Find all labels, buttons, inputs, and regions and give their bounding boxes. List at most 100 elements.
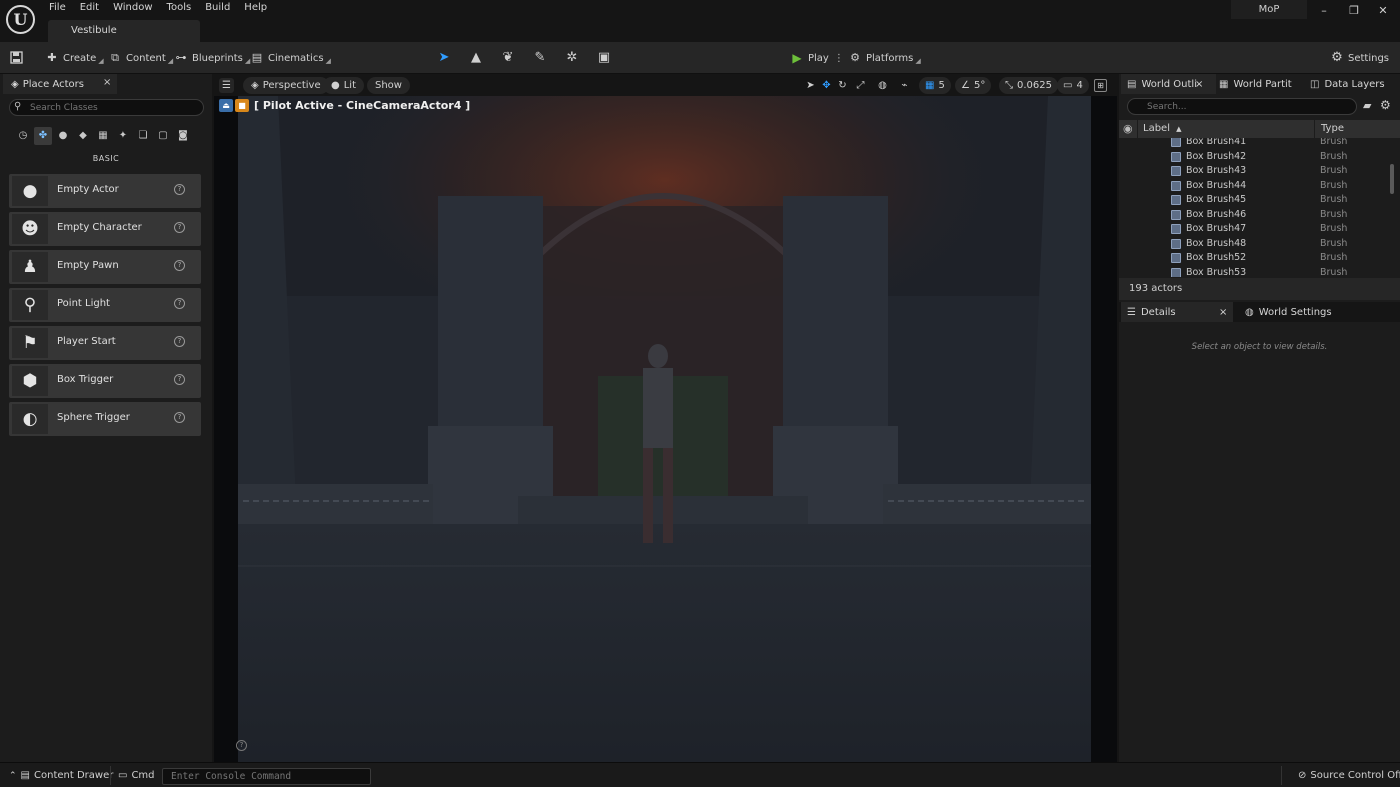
menu-build[interactable]: Build xyxy=(198,0,237,18)
tab-place-actors[interactable]: ◈ Place Actors xyxy=(3,74,117,94)
list-item[interactable]: Box Brush47 Brush xyxy=(1119,222,1389,236)
help-icon[interactable]: ? xyxy=(174,412,185,423)
select-mode-icon[interactable]: ➤ xyxy=(435,49,453,67)
fracture-mode-icon[interactable]: ✲ xyxy=(563,49,581,67)
play-button[interactable]: ▶ Play ⋮ xyxy=(790,48,844,68)
place-actors-close-button[interactable]: × xyxy=(103,77,111,88)
grid-snap-toggle[interactable]: ▦ 5 xyxy=(919,77,951,94)
list-item[interactable]: Box Brush43 Brush xyxy=(1119,164,1389,178)
actor-item-empty-character[interactable]: ☻ Empty Character ? xyxy=(9,212,201,246)
scale-snap-toggle[interactable]: ⤡ 0.0625 xyxy=(999,77,1058,94)
cinematic-category-icon[interactable]: ▦ xyxy=(94,127,112,145)
actor-item-empty-pawn[interactable]: ♟ Empty Pawn ? xyxy=(9,250,201,284)
world-outliner-close-button[interactable]: × xyxy=(1195,74,1203,94)
menu-tools[interactable]: Tools xyxy=(160,0,199,18)
help-icon[interactable]: ? xyxy=(174,260,185,271)
add-folder-icon[interactable]: ▰ xyxy=(1363,99,1371,112)
rotate-tool-icon[interactable]: ↻ xyxy=(835,78,850,93)
viewport-scene-render[interactable] xyxy=(238,96,1091,762)
minimize-button[interactable]: – xyxy=(1313,4,1335,18)
blueprints-button[interactable]: ⊶ Blueprints ◢ xyxy=(174,48,251,68)
actor-item-point-light[interactable]: ⚲ Point Light ? xyxy=(9,288,201,322)
actor-item-empty-actor[interactable]: ● Empty Actor ? xyxy=(9,174,201,208)
eject-pilot-icon[interactable]: ⏏ xyxy=(219,99,233,112)
layout-grid-icon[interactable]: ⊞ xyxy=(1094,79,1107,92)
shapes-category-icon[interactable]: ◆ xyxy=(74,127,92,145)
cmd-button[interactable]: ▭ Cmd xyxy=(118,770,155,781)
help-icon[interactable]: ? xyxy=(174,336,185,347)
translate-tool-icon[interactable]: ✥ xyxy=(819,78,834,93)
details-close-button[interactable]: × xyxy=(1219,302,1227,322)
level-viewport[interactable]: ☰ ◈ Perspective ● Lit Show ➤ ✥ ↻ ⤢ ◍ ⌁ ▦… xyxy=(214,74,1117,762)
recent-icon[interactable]: ◷ xyxy=(14,127,32,145)
label-column-header[interactable]: Label ▲ xyxy=(1143,123,1182,134)
tab-details[interactable]: ☰ Details xyxy=(1127,302,1176,322)
tab-world-outliner[interactable]: ▤ World Outlir xyxy=(1127,74,1197,94)
foliage-mode-icon[interactable]: ❦ xyxy=(499,49,517,67)
help-icon[interactable]: ? xyxy=(174,298,185,309)
hamburger-menu-icon[interactable]: ☰ xyxy=(219,78,234,93)
outliner-tree[interactable]: Box Brush41 Brush Box Brush42 Brush Box Br… xyxy=(1119,138,1400,277)
camera-speed-button[interactable]: ▭ 4 xyxy=(1057,77,1089,94)
help-icon[interactable]: ? xyxy=(174,222,185,233)
volumes-category-icon[interactable]: ▢ xyxy=(154,127,172,145)
play-options-icon[interactable]: ⋮ xyxy=(834,53,844,64)
level-tab-vestibule[interactable]: Vestibule xyxy=(48,20,200,42)
lights-category-icon[interactable]: ● xyxy=(54,127,72,145)
rotation-snap-toggle[interactable]: ∠ 5° xyxy=(955,77,992,94)
landscape-mode-icon[interactable]: ▲ xyxy=(467,49,485,67)
menu-edit[interactable]: Edit xyxy=(73,0,106,18)
surface-snap-icon[interactable]: ⌁ xyxy=(897,78,912,93)
list-item[interactable]: Box Brush48 Brush xyxy=(1119,237,1389,251)
list-item[interactable]: Box Brush44 Brush xyxy=(1119,179,1389,193)
select-tool-icon[interactable]: ➤ xyxy=(803,78,818,93)
visibility-eye-icon[interactable]: ◉ xyxy=(1123,122,1133,135)
pilot-camera-icon[interactable]: ■ xyxy=(235,99,249,112)
perspective-dropdown[interactable]: ◈ Perspective xyxy=(243,77,329,94)
all-classes-category-icon[interactable]: ◙ xyxy=(174,127,192,145)
menu-file[interactable]: File xyxy=(42,0,73,18)
actor-item-sphere-trigger[interactable]: ◐ Sphere Trigger ? xyxy=(9,402,201,436)
basic-category-icon[interactable]: ✤ xyxy=(34,127,52,145)
maximize-button[interactable]: ❐ xyxy=(1343,4,1365,18)
type-column-header[interactable]: Type xyxy=(1321,123,1344,134)
cinematics-button[interactable]: ▤ Cinematics ◢ xyxy=(250,48,331,68)
save-button[interactable] xyxy=(9,48,27,68)
list-item[interactable]: Box Brush53 Brush xyxy=(1119,266,1389,277)
create-button[interactable]: ✚ Create ◢ xyxy=(45,48,103,68)
visual-effects-category-icon[interactable]: ✦ xyxy=(114,127,132,145)
list-item[interactable]: Box Brush46 Brush xyxy=(1119,208,1389,222)
geometry-category-icon[interactable]: ❏ xyxy=(134,127,152,145)
modeling-mode-icon[interactable]: ▣ xyxy=(595,49,613,67)
unreal-logo-icon[interactable]: U xyxy=(6,5,35,34)
tab-world-settings[interactable]: ◍ World Settings xyxy=(1245,302,1332,322)
tab-world-partition[interactable]: ▦ World Partit xyxy=(1219,74,1301,94)
list-item[interactable]: Box Brush52 Brush xyxy=(1119,251,1389,265)
actor-item-player-start[interactable]: ⚑ Player Start ? xyxy=(9,326,201,360)
list-item[interactable]: Box Brush42 Brush xyxy=(1119,150,1389,164)
help-icon[interactable]: ? xyxy=(174,374,185,385)
list-item[interactable]: Box Brush45 Brush xyxy=(1119,193,1389,207)
scale-tool-icon[interactable]: ⤢ xyxy=(853,78,868,93)
close-window-button[interactable]: ✕ xyxy=(1372,4,1394,18)
outliner-scrollbar[interactable] xyxy=(1390,164,1394,194)
menu-help[interactable]: Help xyxy=(237,0,274,18)
outliner-search-input[interactable] xyxy=(1127,98,1357,115)
tab-data-layers[interactable]: ◫ Data Layers xyxy=(1310,74,1398,94)
source-control-button[interactable]: ⊘ Source Control Off xyxy=(1298,770,1400,781)
settings-button[interactable]: ⚙ Settings xyxy=(1330,48,1389,68)
viewport-help-icon[interactable]: ? xyxy=(236,740,247,751)
menu-window[interactable]: Window xyxy=(106,0,159,18)
platforms-button[interactable]: ⚙ Platforms ◢ xyxy=(848,48,921,68)
console-command-input[interactable] xyxy=(162,768,371,785)
help-icon[interactable]: ? xyxy=(174,184,185,195)
mesh-paint-mode-icon[interactable]: ✎ xyxy=(531,49,549,67)
world-space-icon[interactable]: ◍ xyxy=(875,78,890,93)
gear-icon[interactable]: ⚙ xyxy=(1380,98,1391,112)
content-button[interactable]: ⧉ Content ◢ xyxy=(108,48,173,68)
lit-dropdown[interactable]: ● Lit xyxy=(323,77,365,94)
actor-item-box-trigger[interactable]: ⬢ Box Trigger ? xyxy=(9,364,201,398)
list-item[interactable]: Box Brush41 Brush xyxy=(1119,138,1389,149)
content-drawer-button[interactable]: ⌃ ▤ Content Drawer xyxy=(9,770,113,781)
show-dropdown[interactable]: Show xyxy=(367,77,410,94)
